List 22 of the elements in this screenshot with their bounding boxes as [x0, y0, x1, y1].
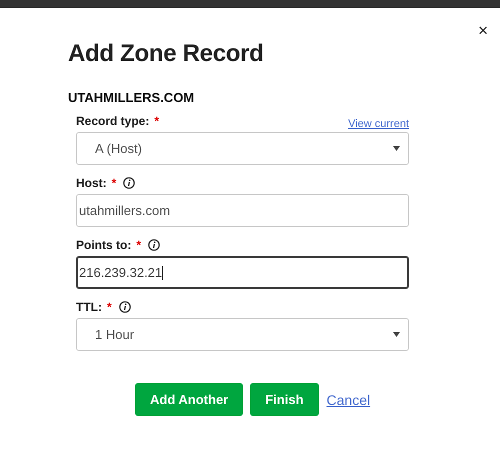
field-label: TTL: — [76, 300, 102, 314]
required-mark: * — [112, 176, 116, 190]
input-field[interactable]: utahmillers.com — [76, 194, 409, 227]
info-icon[interactable] — [123, 176, 136, 188]
caret-icon — [393, 146, 400, 151]
cancel-link[interactable]: Cancel — [326, 392, 370, 408]
caret-icon — [393, 332, 400, 337]
view-current-link[interactable]: View current — [348, 118, 409, 130]
dropdown[interactable]: 1 Hour — [76, 318, 409, 351]
info-icon[interactable] — [118, 300, 131, 312]
input-field[interactable]: 216.239.32.21 — [76, 256, 409, 289]
required-mark: * — [107, 300, 112, 314]
required-mark: * — [154, 114, 160, 128]
info-icon[interactable] — [148, 238, 160, 250]
field-label: Record type: — [76, 114, 150, 128]
field-label: Points to: — [76, 238, 132, 252]
dropdown[interactable]: A (Host) — [76, 132, 409, 165]
domain-name: UTAHMILLERS.COM — [68, 90, 196, 105]
field-label: Host: — [76, 176, 107, 190]
dialog-title: Add Zone Record — [68, 39, 265, 68]
close-button[interactable]: × — [476, 22, 490, 39]
required-mark: * — [136, 238, 141, 252]
